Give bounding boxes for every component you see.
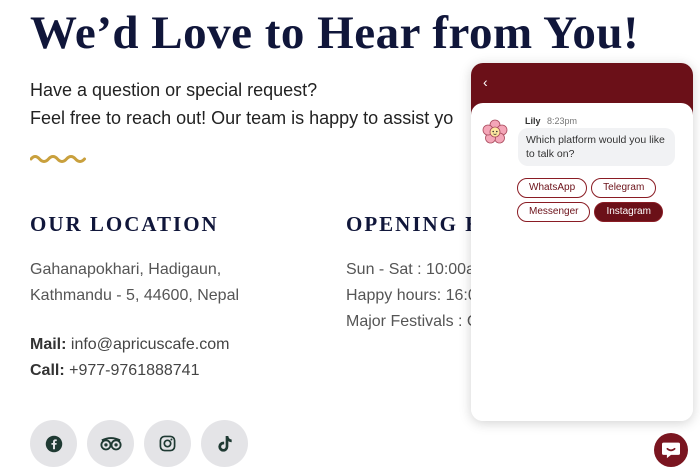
agent-name: Lily <box>525 116 541 126</box>
address: Gahanapokhari, Hadigaun, Kathmandu - 5, … <box>30 257 239 309</box>
back-icon[interactable]: ‹ <box>483 74 488 90</box>
social-links <box>30 420 248 467</box>
intro-text: Have a question or special request? Feel… <box>30 76 453 132</box>
message-time: 8:23pm <box>547 116 578 126</box>
opening-hours: Sun - Sat : 10:00a Happy hours: 16:0 Maj… <box>346 257 478 335</box>
wavy-divider <box>30 155 86 163</box>
chat-body: Lily 8:23pm Which platform would you lik… <box>471 103 693 421</box>
tripadvisor-button[interactable] <box>87 420 134 467</box>
contact-info: Mail: info@apricuscafe.com Call: +977-97… <box>30 332 229 384</box>
address-line: Kathmandu - 5, 44600, Nepal <box>30 287 240 304</box>
agent-avatar <box>482 119 508 144</box>
intro-line-reach-out: Feel free to reach out! Our team is happ… <box>30 108 454 128</box>
facebook-icon <box>45 435 62 452</box>
message-bubble: Which platform would you like to talk on… <box>518 128 675 166</box>
mail-label: Mail: <box>30 336 67 353</box>
instagram-icon <box>159 435 176 452</box>
chat-launcher-button[interactable] <box>654 433 688 467</box>
mail-row: Mail: info@apricuscafe.com <box>30 332 229 358</box>
address-line: Gahanapokhari, Hadigaun, <box>30 261 222 278</box>
facebook-button[interactable] <box>30 420 77 467</box>
tiktok-icon <box>217 435 232 452</box>
page-title: We’d Love to Hear from You! <box>30 7 640 59</box>
mail-link[interactable]: info@apricuscafe.com <box>71 336 230 353</box>
hours-line: Major Festivals : C <box>346 313 479 330</box>
message-meta: Lily 8:23pm <box>525 116 577 126</box>
option-messenger[interactable]: Messenger <box>517 202 591 222</box>
chat-widget: ‹ Lily 8:23pm Which platform would you l… <box>471 63 693 421</box>
instagram-button[interactable] <box>144 420 191 467</box>
option-whatsapp[interactable]: WhatsApp <box>517 178 588 198</box>
tripadvisor-icon <box>99 436 122 450</box>
chat-bubble-icon <box>662 442 680 459</box>
call-label: Call: <box>30 362 65 379</box>
option-telegram[interactable]: Telegram <box>591 178 657 198</box>
hours-line: Happy hours: 16:0 <box>346 287 477 304</box>
call-row: Call: +977-9761888741 <box>30 358 229 384</box>
platform-options: WhatsApp Telegram Messenger Instagram <box>517 178 687 222</box>
option-instagram[interactable]: Instagram <box>594 202 663 222</box>
intro-line-question: Have a question or special request? <box>30 80 318 100</box>
location-heading: OUR LOCATION <box>30 212 219 236</box>
opening-hours-heading: OPENING H <box>346 212 484 236</box>
tiktok-button[interactable] <box>201 420 248 467</box>
phone-link[interactable]: +977-9761888741 <box>69 362 199 379</box>
hours-line: Sun - Sat : 10:00a <box>346 261 475 278</box>
